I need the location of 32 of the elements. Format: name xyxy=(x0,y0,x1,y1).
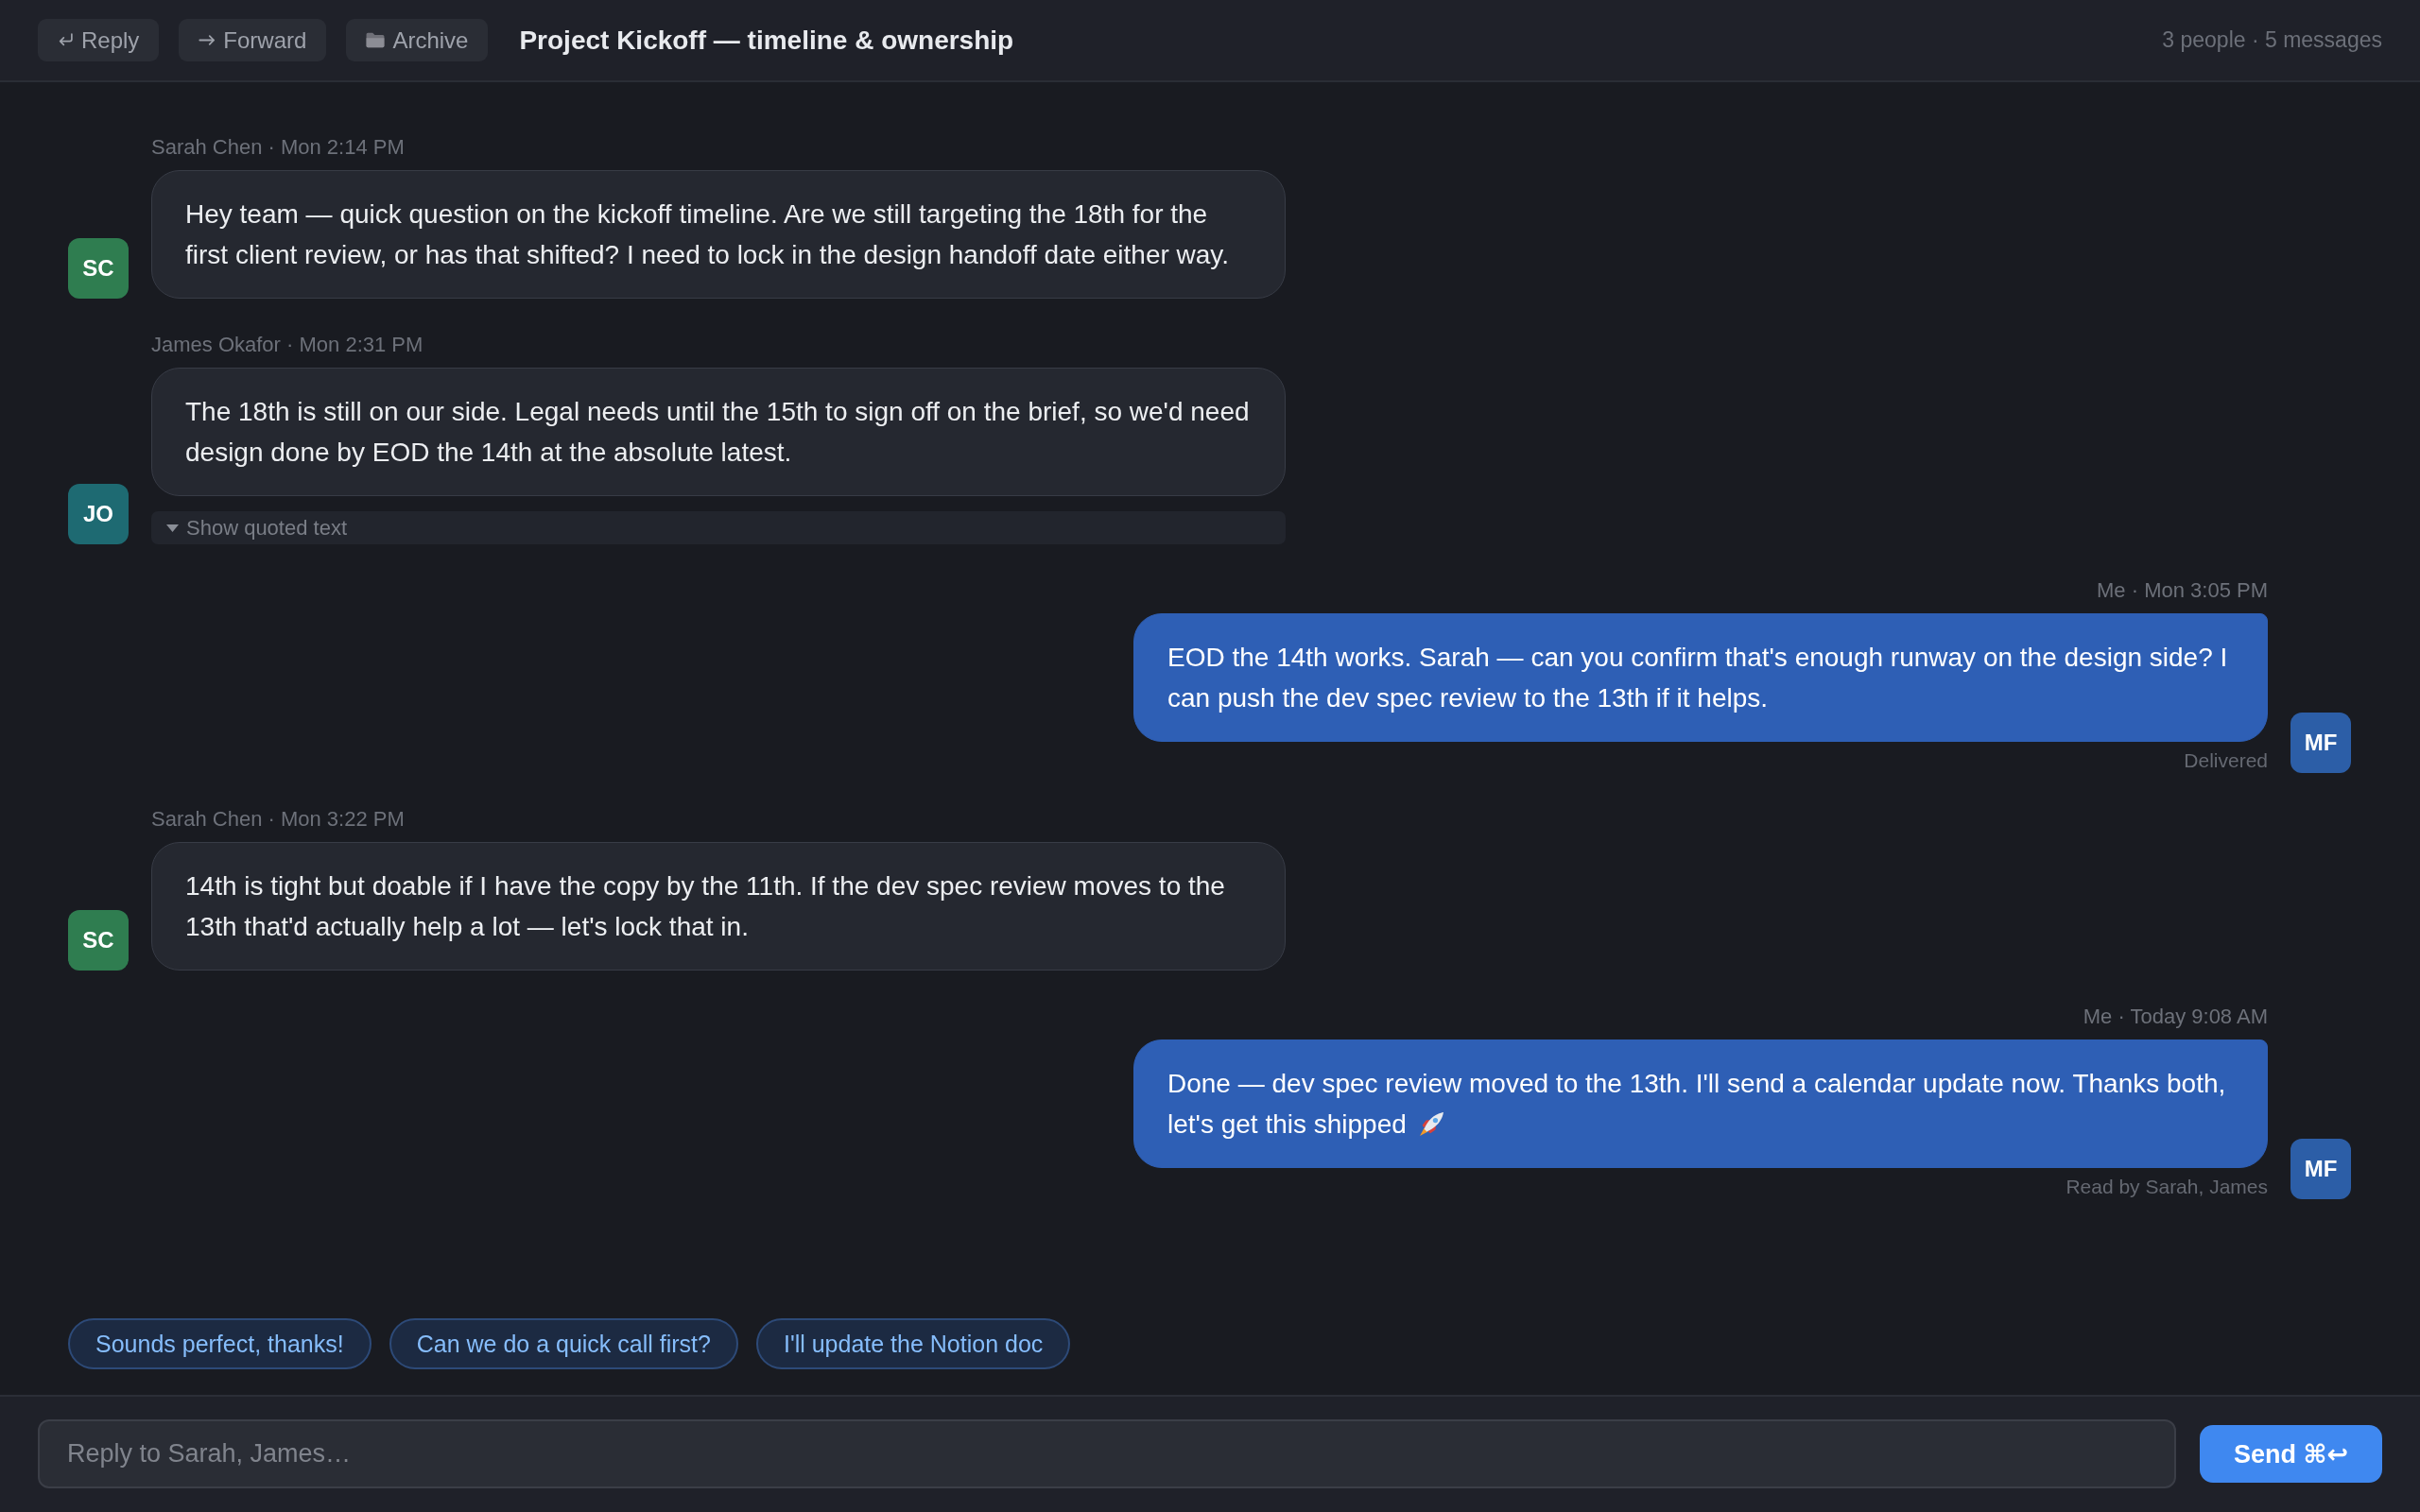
suggested-reply-button[interactable]: I'll update the Notion doc xyxy=(755,1318,1071,1369)
message-text: The 18th is still on our side. Legal needs until the 15th to sign off on the brief, so we'd need design done by EOD the 14th at the absolute latest. xyxy=(185,397,1250,467)
message-text: Done — dev spec review moved to the 13th. I'll send a calendar update now. Thanks both, let's get this shipped xyxy=(1167,1069,2226,1139)
avatar: SC xyxy=(68,238,129,299)
delivery-status: Delivered xyxy=(2184,748,2268,773)
send-button[interactable]: Send ⌘↩ xyxy=(2200,1425,2382,1483)
archive-button[interactable]: Archive xyxy=(346,19,489,61)
message-text: Hey team — quick question on the kickoff timeline. Are we still targeting the 18th for the first client review, or has that shifted? I need to lock in the design handoff date either way. xyxy=(185,199,1230,269)
suggested-reply-button[interactable]: Can we do a quick call first? xyxy=(389,1318,738,1369)
caret-down-icon xyxy=(166,524,179,532)
message-meta: Me · Mon 3:05 PM xyxy=(2097,578,2268,603)
message-meta: Sarah Chen · Mon 2:14 PM xyxy=(151,135,405,160)
message-meta: Me · Today 9:08 AM xyxy=(2083,1005,2268,1029)
reply-input[interactable]: Reply to Sarah, James… xyxy=(38,1419,2176,1488)
arrow-right-icon xyxy=(199,35,216,45)
avatar: MF xyxy=(2290,713,2351,773)
suggested-reply-button[interactable]: Sounds perfect, thanks! xyxy=(68,1318,372,1369)
folder-icon xyxy=(366,32,386,48)
avatar: MF xyxy=(2290,1139,2351,1199)
show-quoted-text-button[interactable]: Show quoted text xyxy=(151,511,1286,544)
delivery-status: Read by Sarah, James xyxy=(2066,1175,2268,1199)
message-text: 14th is tight but doable if I have the copy by the 11th. If the dev spec review moves to the 13th that'd actually help a lot — let's lock that in. xyxy=(185,871,1225,941)
thread-summary: 3 people · 5 messages xyxy=(2162,27,2382,53)
reply-arrow-icon xyxy=(58,33,74,47)
forward-button[interactable]: Forward xyxy=(179,19,327,61)
message-meta: James Okafor · Mon 2:31 PM xyxy=(151,333,424,357)
message-text: EOD the 14th works. Sarah — can you confirm that's enough runway on the design side? I can push the dev spec review to the 13th if it helps. xyxy=(1167,643,2228,713)
reply-button[interactable]: Reply xyxy=(38,19,160,61)
avatar: JO xyxy=(68,484,129,544)
avatar: SC xyxy=(68,910,129,971)
message-meta: Sarah Chen · Mon 3:22 PM xyxy=(151,807,405,832)
thread-title: Project Kickoff — timeline & ownership xyxy=(519,25,1014,56)
